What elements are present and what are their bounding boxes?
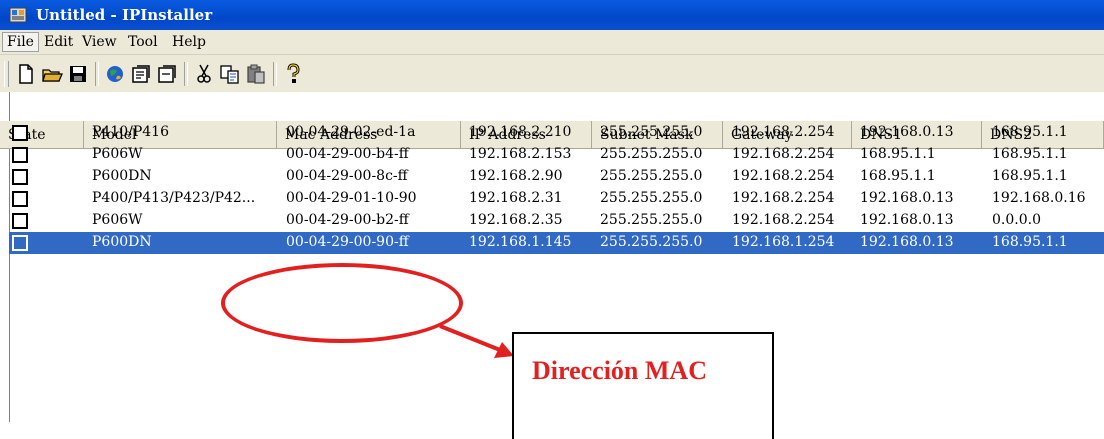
table-row[interactable]: P606W 00-04-29-00-b2-ff 192.168.2.35 255… <box>0 210 1104 232</box>
title-bar: Untitled - IPInstaller <box>0 0 1104 30</box>
state-checkbox[interactable] <box>12 169 28 185</box>
annotation-arrow <box>439 324 514 358</box>
cell-model: P600DN <box>92 168 152 184</box>
state-checkbox[interactable] <box>12 213 28 229</box>
cell-gateway: 192.168.2.254 <box>732 168 835 184</box>
table-row[interactable]: P600DN 00-04-29-00-8c-ff 192.168.2.90 25… <box>0 166 1104 188</box>
cell-ip-address: 192.168.2.31 <box>469 190 563 206</box>
table-row[interactable]: P606W 00-04-29-00-b4-ff 192.168.2.153 25… <box>0 144 1104 166</box>
cell-dns2: 168.95.1.1 <box>992 124 1068 140</box>
cell-model: P606W <box>92 146 143 162</box>
menu-help[interactable]: Help <box>168 33 210 51</box>
cell-dns2: 168.95.1.1 <box>992 168 1068 184</box>
cell-subnet-mask: 255.255.255.0 <box>600 146 703 162</box>
save-icon[interactable] <box>66 62 90 86</box>
cut-icon[interactable] <box>192 62 216 86</box>
cell-mac-address: 00-04-29-00-b4-ff <box>286 146 409 162</box>
state-checkbox[interactable] <box>12 125 28 141</box>
paste-icon[interactable] <box>244 62 268 86</box>
menu-bar: File Edit View Tool Help <box>0 30 1104 54</box>
cell-dns1: 168.95.1.1 <box>860 146 936 162</box>
menu-edit[interactable]: Edit <box>40 33 77 51</box>
cell-ip-address: 192.168.2.210 <box>469 124 572 140</box>
cell-gateway: 192.168.2.254 <box>732 212 835 228</box>
search-device-icon[interactable] <box>103 62 127 86</box>
cell-mac-address: 00-04-29-00-8c-ff <box>286 168 408 184</box>
cell-ip-address: 192.168.2.35 <box>469 212 563 228</box>
cell-dns2: 192.168.0.16 <box>992 190 1086 206</box>
toolbar-grip[interactable] <box>4 61 9 87</box>
cell-subnet-mask: 255.255.255.0 <box>600 168 703 184</box>
cell-dns1: 192.168.0.13 <box>860 234 954 250</box>
cell-dns1: 192.168.0.13 <box>860 212 954 228</box>
cell-subnet-mask: 255.255.255.0 <box>600 212 703 228</box>
menu-view[interactable]: View <box>78 33 121 51</box>
cell-ip-address: 192.168.2.153 <box>469 146 572 162</box>
menu-file[interactable]: File <box>2 32 39 52</box>
new-icon[interactable] <box>14 62 38 86</box>
help-icon[interactable] <box>281 62 305 86</box>
menu-tool[interactable]: Tool <box>124 33 162 51</box>
table-row[interactable]: P400/P413/P423/P42... 00-04-29-01-10-90 … <box>0 188 1104 210</box>
cell-ip-address: 192.168.2.90 <box>469 168 563 184</box>
toolbar-separator <box>95 62 99 86</box>
cell-mac-address: 00-04-29-00-b2-ff <box>286 212 409 228</box>
toolbar-separator <box>273 62 277 86</box>
annotation-label: Dirección MAC <box>532 356 707 385</box>
cell-dns2: 0.0.0.0 <box>992 212 1041 228</box>
toolbar <box>0 54 1104 92</box>
cell-gateway: 192.168.2.254 <box>732 190 835 206</box>
cell-mac-address: 00-04-29-01-10-90 <box>286 190 417 206</box>
copy-icon[interactable] <box>218 62 242 86</box>
cell-subnet-mask: 255.255.255.0 <box>600 124 703 140</box>
cell-dns2: 168.95.1.1 <box>992 234 1068 250</box>
cell-ip-address: 192.168.1.145 <box>469 234 572 250</box>
cell-dns1: 192.168.0.13 <box>860 124 954 140</box>
cell-model: P600DN <box>92 234 152 250</box>
state-checkbox[interactable] <box>12 191 28 207</box>
cell-gateway: 192.168.2.254 <box>732 146 835 162</box>
properties-icon[interactable] <box>129 62 153 86</box>
table-row-selected[interactable]: P600DN 00-04-29-00-90-ff 192.168.1.145 2… <box>0 232 1104 254</box>
cell-gateway: 192.168.2.254 <box>732 124 835 140</box>
window-title: Untitled - IPInstaller <box>36 6 213 24</box>
state-checkbox[interactable] <box>12 147 28 163</box>
cell-model: P606W <box>92 212 143 228</box>
app-icon <box>9 7 27 23</box>
open-icon[interactable] <box>40 62 64 86</box>
cell-model: P400/P413/P423/P42... <box>92 190 256 206</box>
state-checkbox[interactable] <box>12 235 28 251</box>
cell-mac-address: 00-04-29-02-ed-1a <box>286 124 416 140</box>
cell-mac-address: 00-04-29-00-90-ff <box>286 234 409 250</box>
annotation-callout: Dirección MAC <box>512 332 774 439</box>
toolbar-separator <box>184 62 188 86</box>
cell-dns2: 168.95.1.1 <box>992 146 1068 162</box>
mac-highlight-ellipse <box>221 263 463 343</box>
cell-model: P410/P416 <box>92 124 169 140</box>
table-row[interactable]: P410/P416 00-04-29-02-ed-1a 192.168.2.21… <box>0 122 1104 144</box>
cell-subnet-mask: 255.255.255.0 <box>600 234 703 250</box>
cell-dns1: 192.168.0.13 <box>860 190 954 206</box>
cell-dns1: 168.95.1.1 <box>860 168 936 184</box>
cell-subnet-mask: 255.255.255.0 <box>600 190 703 206</box>
properties-alt-icon[interactable] <box>155 62 179 86</box>
cell-gateway: 192.168.1.254 <box>732 234 835 250</box>
